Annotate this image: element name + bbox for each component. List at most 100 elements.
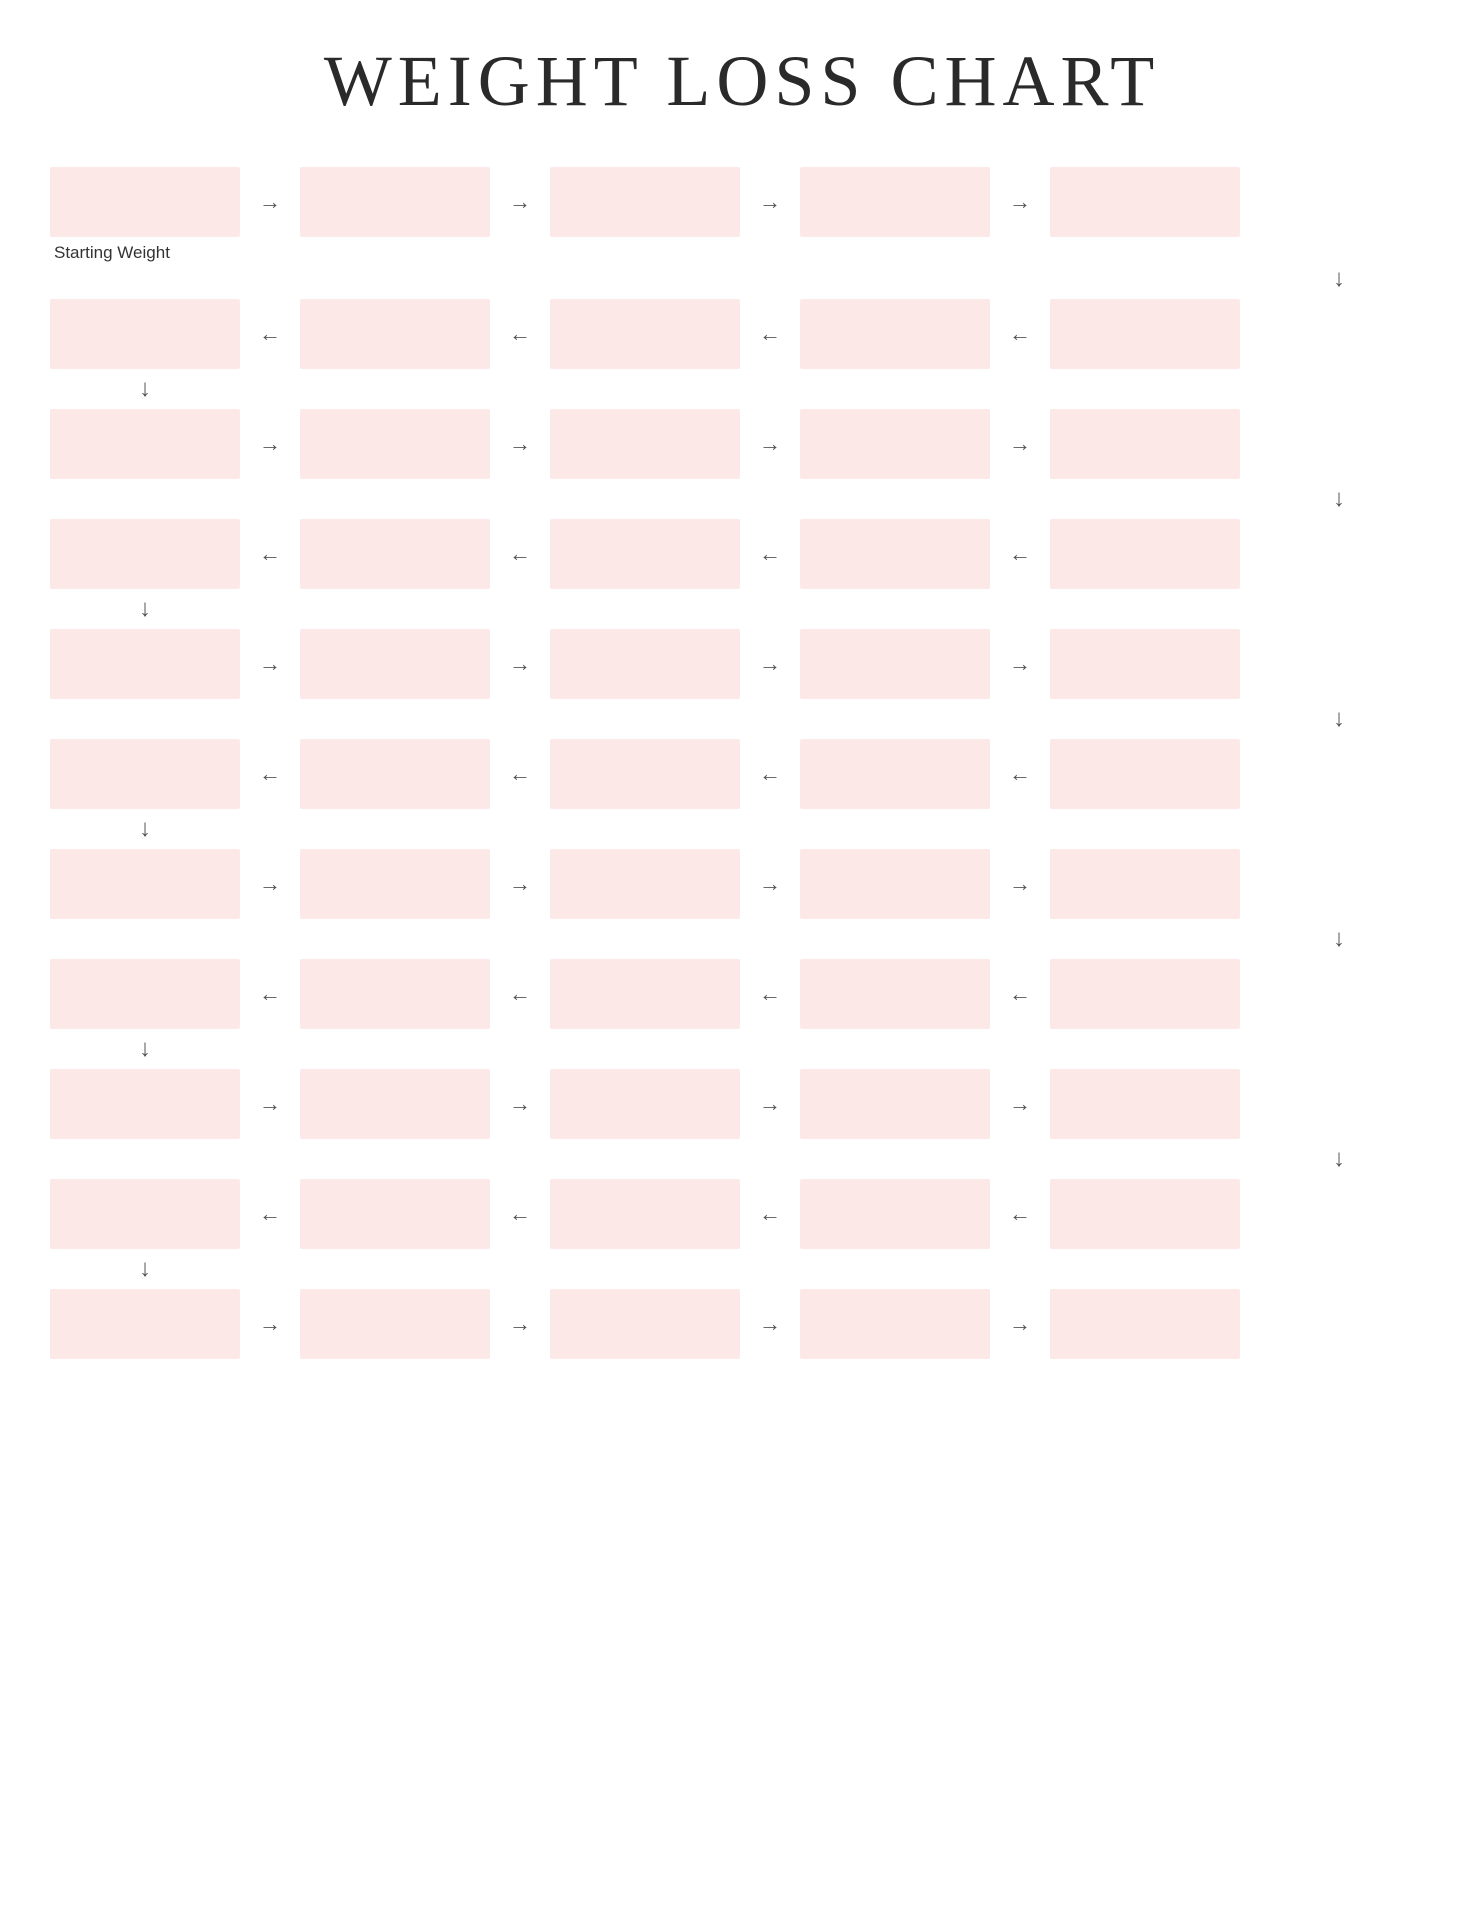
arrow-left: ←	[490, 1201, 550, 1227]
cell-8-3[interactable]	[550, 959, 740, 1029]
row-wrapper-7: → → → → ↓	[50, 845, 1434, 955]
chart-row-3: → → → →	[50, 405, 1434, 483]
chart-row-5: → → → →	[50, 625, 1434, 703]
cell-8-1[interactable]	[50, 959, 240, 1029]
arrow-right: →	[240, 651, 300, 677]
cell-5-2[interactable]	[300, 629, 490, 699]
arrow-right: →	[240, 871, 300, 897]
row-wrapper-4: ← ← ← ← ↓	[50, 515, 1434, 625]
vertical-arrow-row-3: ↓	[50, 483, 1434, 515]
cell-4-3[interactable]	[550, 519, 740, 589]
arrow-right: →	[490, 1311, 550, 1337]
chart-row-11: → → → →	[50, 1285, 1434, 1363]
arrow-left: ←	[990, 321, 1050, 347]
cell-7-1[interactable]	[50, 849, 240, 919]
cell-1-5[interactable]	[1050, 167, 1240, 237]
chart-row-2: ← ← ← ←	[50, 295, 1434, 373]
cell-1-2[interactable]	[300, 167, 490, 237]
arrow-left: ←	[990, 761, 1050, 787]
cell-4-2[interactable]	[300, 519, 490, 589]
row-wrapper-1: → → → → Starting Weight ↓	[50, 163, 1434, 295]
arrow-right: →	[490, 871, 550, 897]
cell-5-4[interactable]	[800, 629, 990, 699]
cell-5-3[interactable]	[550, 629, 740, 699]
cell-1-1[interactable]	[50, 167, 240, 237]
cell-11-5[interactable]	[1050, 1289, 1240, 1359]
arrow-left: ←	[490, 321, 550, 347]
cell-3-3[interactable]	[550, 409, 740, 479]
cell-1-4[interactable]	[800, 167, 990, 237]
cell-11-1[interactable]	[50, 1289, 240, 1359]
cell-3-5[interactable]	[1050, 409, 1240, 479]
cell-8-4[interactable]	[800, 959, 990, 1029]
chart-row-9: → → → →	[50, 1065, 1434, 1143]
cell-5-1[interactable]	[50, 629, 240, 699]
cell-8-2[interactable]	[300, 959, 490, 1029]
arrow-left: ←	[490, 981, 550, 1007]
cell-6-1[interactable]	[50, 739, 240, 809]
cell-2-3[interactable]	[550, 299, 740, 369]
down-arrow-right-9: ↓	[1244, 1147, 1434, 1171]
chart-container: → → → → Starting Weight ↓ ← ← ← ←	[50, 163, 1434, 1363]
row-wrapper-2: ← ← ← ← ↓	[50, 295, 1434, 405]
cell-7-3[interactable]	[550, 849, 740, 919]
arrow-right: →	[240, 431, 300, 457]
cell-2-5[interactable]	[1050, 299, 1240, 369]
down-arrow-right-3: ↓	[1244, 487, 1434, 511]
page-title: WEIGHT LOSS CHART	[50, 40, 1434, 123]
cell-2-1[interactable]	[50, 299, 240, 369]
cell-11-2[interactable]	[300, 1289, 490, 1359]
arrow-left: ←	[990, 541, 1050, 567]
cell-4-5[interactable]	[1050, 519, 1240, 589]
cell-11-4[interactable]	[800, 1289, 990, 1359]
cell-6-2[interactable]	[300, 739, 490, 809]
cell-5-5[interactable]	[1050, 629, 1240, 699]
down-arrow-right-7: ↓	[1244, 927, 1434, 951]
cell-7-2[interactable]	[300, 849, 490, 919]
cell-2-2[interactable]	[300, 299, 490, 369]
cell-10-1[interactable]	[50, 1179, 240, 1249]
cell-9-5[interactable]	[1050, 1069, 1240, 1139]
cell-9-4[interactable]	[800, 1069, 990, 1139]
arrow-left: ←	[990, 981, 1050, 1007]
cell-10-2[interactable]	[300, 1179, 490, 1249]
cell-6-4[interactable]	[800, 739, 990, 809]
chart-row-4: ← ← ← ←	[50, 515, 1434, 593]
row-wrapper-9: → → → → ↓	[50, 1065, 1434, 1175]
arrow-right: →	[490, 431, 550, 457]
cell-8-5[interactable]	[1050, 959, 1240, 1029]
arrow-left: ←	[240, 321, 300, 347]
cell-6-5[interactable]	[1050, 739, 1240, 809]
vertical-arrow-row-5: ↓	[50, 703, 1434, 735]
arrow-left: ←	[240, 761, 300, 787]
arrow-right: →	[990, 431, 1050, 457]
cell-9-2[interactable]	[300, 1069, 490, 1139]
arrow-right: →	[740, 1091, 800, 1117]
cell-9-1[interactable]	[50, 1069, 240, 1139]
cell-9-3[interactable]	[550, 1069, 740, 1139]
cell-7-4[interactable]	[800, 849, 990, 919]
arrow-left: ←	[740, 541, 800, 567]
cell-4-1[interactable]	[50, 519, 240, 589]
cell-7-5[interactable]	[1050, 849, 1240, 919]
cell-1-3[interactable]	[550, 167, 740, 237]
vertical-arrow-row-1: ↓	[50, 263, 1434, 295]
cell-11-3[interactable]	[550, 1289, 740, 1359]
cell-3-2[interactable]	[300, 409, 490, 479]
cell-3-4[interactable]	[800, 409, 990, 479]
down-arrow-left-6: ↓	[50, 817, 240, 841]
cell-10-5[interactable]	[1050, 1179, 1240, 1249]
arrow-right: →	[990, 1311, 1050, 1337]
cell-6-3[interactable]	[550, 739, 740, 809]
arrow-right: →	[740, 189, 800, 215]
down-arrow-left-10: ↓	[50, 1257, 240, 1281]
cell-10-3[interactable]	[550, 1179, 740, 1249]
cell-10-4[interactable]	[800, 1179, 990, 1249]
row-wrapper-5: → → → → ↓	[50, 625, 1434, 735]
arrow-right: →	[490, 189, 550, 215]
cell-4-4[interactable]	[800, 519, 990, 589]
cell-3-1[interactable]	[50, 409, 240, 479]
chart-row-8: ← ← ← ←	[50, 955, 1434, 1033]
cell-2-4[interactable]	[800, 299, 990, 369]
arrow-left: ←	[740, 1201, 800, 1227]
